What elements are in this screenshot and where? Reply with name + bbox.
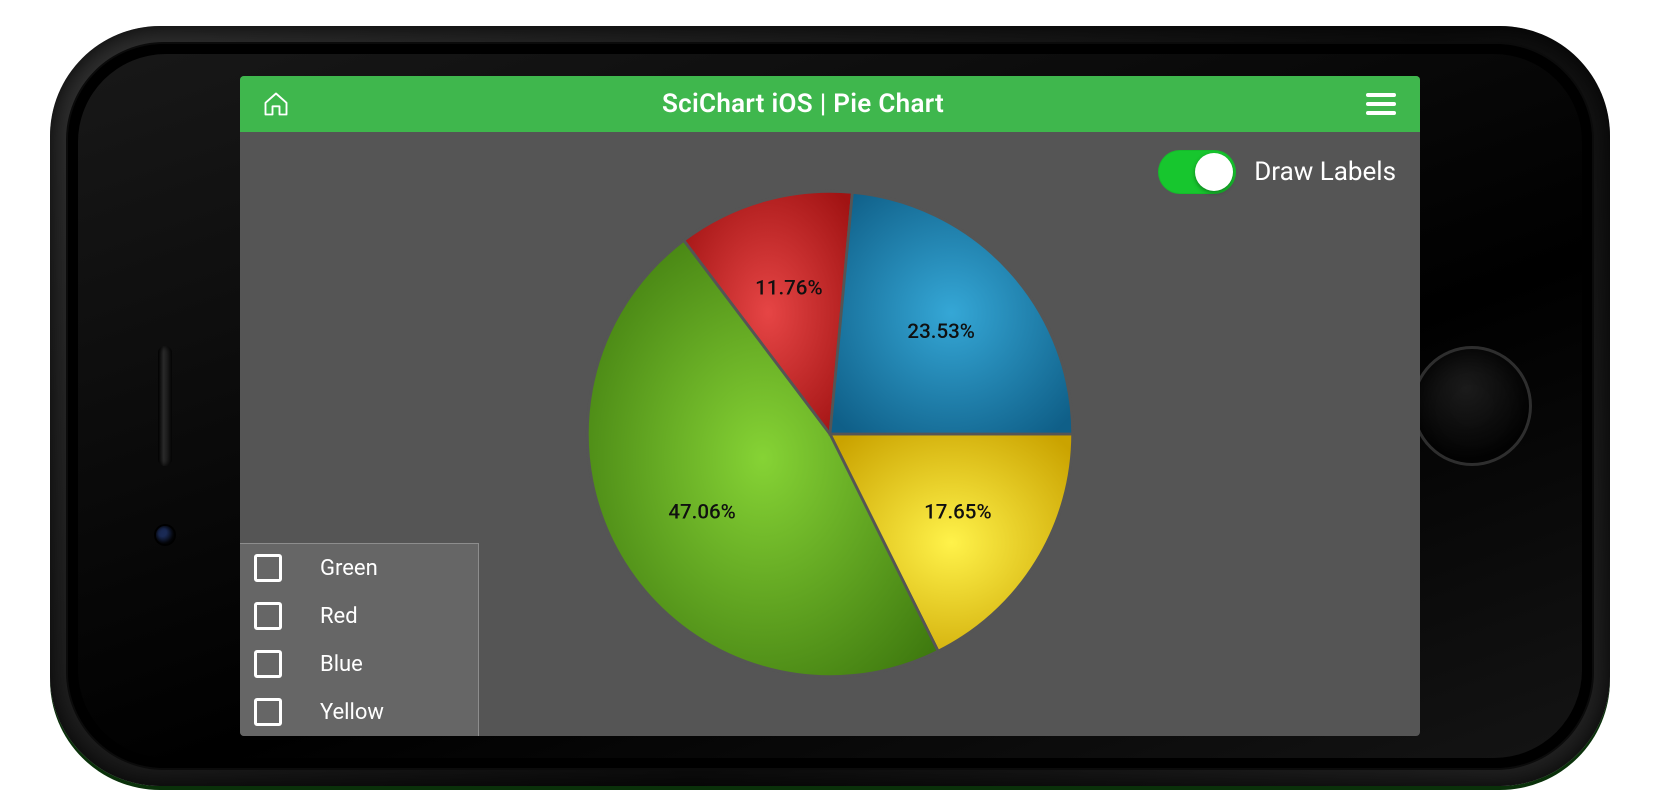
- pie-label-blue: 23.53%: [907, 320, 974, 344]
- screen: SciChart iOS | Pie Chart Draw Labels: [240, 76, 1420, 736]
- pie-label-green: 47.06%: [668, 501, 735, 525]
- pie-svg: 17.65% 47.06% 11.76% 23.53%: [550, 154, 1110, 714]
- device-home-button[interactable]: [1412, 346, 1532, 466]
- legend-label: Blue: [320, 652, 478, 677]
- legend-item-green[interactable]: Green: [240, 544, 478, 592]
- legend-checkbox[interactable]: [254, 602, 282, 630]
- page-title: SciChart iOS | Pie Chart: [240, 89, 1366, 119]
- legend-checkbox[interactable]: [254, 650, 282, 678]
- device-frame: SciChart iOS | Pie Chart Draw Labels: [50, 26, 1610, 786]
- hamburger-menu-icon[interactable]: [1366, 93, 1396, 115]
- navbar: SciChart iOS | Pie Chart: [240, 76, 1420, 132]
- legend-checkbox[interactable]: [254, 554, 282, 582]
- pie-label-red: 11.76%: [755, 277, 822, 301]
- legend-item-blue[interactable]: Blue: [240, 640, 478, 688]
- device-speaker: [158, 346, 172, 466]
- legend-label: Green: [320, 556, 478, 581]
- legend-item-red[interactable]: Red: [240, 592, 478, 640]
- legend-label: Yellow: [320, 700, 478, 725]
- legend-item-yellow[interactable]: Yellow: [240, 688, 478, 736]
- legend-checkbox[interactable]: [254, 698, 282, 726]
- legend: Green Red Blue Yellow: [240, 543, 479, 736]
- legend-label: Red: [320, 604, 478, 629]
- pie-label-yellow: 17.65%: [924, 501, 991, 525]
- pie-slice-blue[interactable]: [830, 192, 1073, 434]
- content-area: Draw Labels 17.65%47.06%11.76%23.53% Gre…: [240, 132, 1420, 736]
- device-camera-icon: [156, 526, 174, 544]
